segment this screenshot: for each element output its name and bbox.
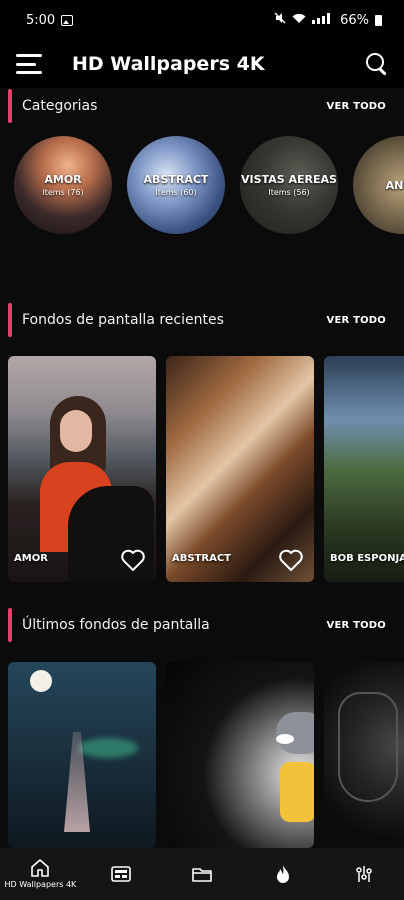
nav-settings[interactable]	[323, 848, 404, 900]
recent-header: Fondos de pantalla recientes VER TODO	[0, 302, 404, 338]
home-icon	[30, 859, 50, 877]
category-vistas-aereas[interactable]: VISTAS AEREAS Items (56)	[240, 136, 338, 234]
latest-wallpapers-grid[interactable]	[8, 662, 404, 848]
heart-icon[interactable]	[120, 548, 146, 572]
section-accent-bar	[8, 89, 12, 123]
category-count: Items (76)	[42, 188, 84, 197]
recent-wallpapers-carousel[interactable]: AMOR ABSTRACT BOB ESPONJA	[8, 356, 404, 582]
menu-icon[interactable]	[16, 54, 44, 74]
nav-trending[interactable]	[242, 848, 323, 900]
folder-icon	[192, 866, 212, 882]
category-name: AMOR	[44, 173, 82, 186]
wallpaper-art	[60, 410, 92, 452]
category-amor[interactable]: AMOR Items (76)	[14, 136, 112, 234]
wallpaper-art	[280, 762, 314, 822]
bottom-navigation: HD Wallpapers 4K	[0, 848, 404, 900]
gallery-notification-icon	[61, 14, 74, 26]
nav-home[interactable]: HD Wallpapers 4K	[0, 848, 81, 900]
wallpaper-art	[276, 712, 314, 754]
latest-see-all-button[interactable]: VER TODO	[327, 620, 386, 631]
category-abstract[interactable]: ABSTRACT Items (60)	[127, 136, 225, 234]
wallpaper-art	[30, 670, 52, 692]
wallpaper-art	[78, 738, 138, 758]
section-accent-bar	[8, 303, 12, 337]
category-name: ANIM	[385, 178, 404, 192]
wallpaper-art	[338, 692, 398, 802]
wallpaper-card-bob-esponja[interactable]: BOB ESPONJA	[324, 356, 404, 582]
nav-categories[interactable]	[162, 848, 243, 900]
wallpaper-icon	[111, 866, 131, 882]
latest-wallpaper-card[interactable]	[166, 662, 314, 848]
latest-wallpaper-card[interactable]	[8, 662, 156, 848]
wallpaper-card-amor[interactable]: AMOR	[8, 356, 156, 582]
signal-icon	[312, 12, 334, 28]
wallpaper-label: AMOR	[14, 553, 48, 564]
sliders-icon	[355, 865, 373, 883]
battery-percent: 66%	[340, 12, 369, 28]
battery-icon	[375, 14, 382, 26]
recent-title: Fondos de pantalla recientes	[22, 312, 224, 328]
status-left: 5:00	[26, 12, 74, 28]
latest-wallpaper-card[interactable]	[324, 662, 404, 848]
search-icon[interactable]	[364, 51, 390, 77]
app-screen: 5:00 66% HD Wallpapers 4K Categorias VER…	[0, 0, 404, 900]
wifi-icon	[292, 13, 306, 28]
heart-icon[interactable]	[278, 548, 304, 572]
wallpaper-label: ABSTRACT	[172, 553, 231, 564]
categories-carousel[interactable]: AMOR Items (76) ABSTRACT Items (60) VIST…	[14, 136, 404, 236]
category-count: Items (56)	[268, 188, 310, 197]
app-bar: HD Wallpapers 4K	[0, 40, 404, 88]
status-right: 66%	[274, 12, 382, 28]
app-title: HD Wallpapers 4K	[72, 53, 265, 75]
mute-icon	[274, 12, 286, 28]
categories-see-all-button[interactable]: VER TODO	[327, 101, 386, 112]
recent-see-all-button[interactable]: VER TODO	[327, 315, 386, 326]
latest-title: Últimos fondos de pantalla	[22, 617, 210, 633]
wallpaper-label: BOB ESPONJA	[330, 553, 404, 564]
fire-icon	[275, 864, 291, 884]
category-name: ABSTRACT	[143, 173, 209, 186]
nav-wallpapers[interactable]	[81, 848, 162, 900]
status-bar: 5:00 66%	[0, 0, 404, 40]
wallpaper-card-abstract[interactable]: ABSTRACT	[166, 356, 314, 582]
categories-title: Categorias	[22, 98, 98, 114]
nav-home-label: HD Wallpapers 4K	[4, 880, 77, 889]
category-name: VISTAS AEREAS	[241, 173, 337, 186]
section-accent-bar	[8, 608, 12, 642]
category-anim[interactable]: ANIM	[353, 136, 404, 234]
categories-header: Categorias VER TODO	[0, 88, 404, 124]
wallpaper-art	[276, 734, 294, 744]
category-count: Items (60)	[155, 188, 197, 197]
latest-header: Últimos fondos de pantalla VER TODO	[0, 607, 404, 643]
status-time: 5:00	[26, 12, 56, 28]
